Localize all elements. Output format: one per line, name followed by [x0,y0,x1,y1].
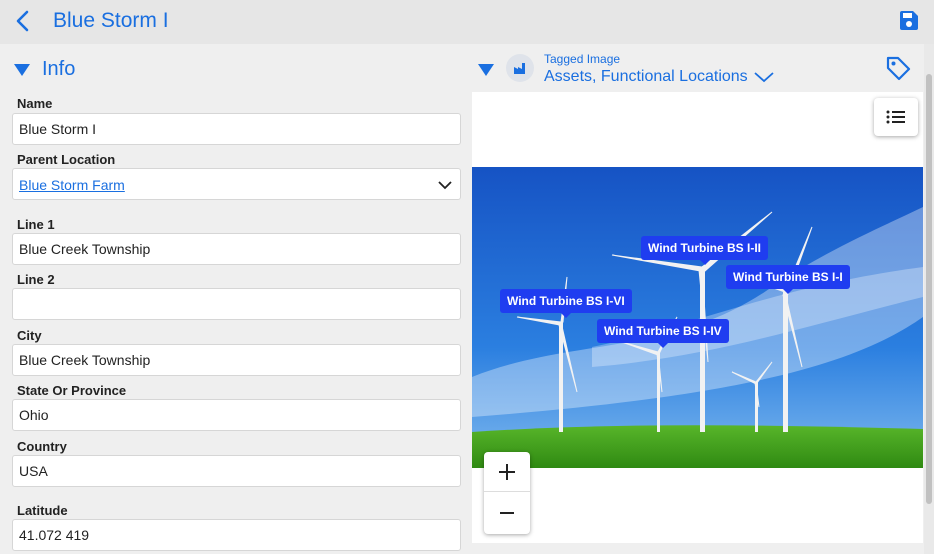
line1-field[interactable]: Blue Creek Township [12,233,461,265]
city-field[interactable]: Blue Creek Township [12,344,461,376]
tag-button[interactable] [884,54,912,82]
tagged-image-panel: Tagged Image Assets, Functional Location… [472,44,934,554]
list-icon [886,110,905,124]
info-section-title: Info [42,58,76,80]
line1-label: Line 1 [17,217,55,232]
scrollbar[interactable] [924,44,934,554]
tag-pin[interactable]: Wind Turbine BS I-IV [597,319,729,348]
city-label: City [17,328,42,343]
collapse-triangle-icon [14,63,30,76]
chevron-left-icon [16,10,29,32]
back-button[interactable] [12,9,36,35]
country-field[interactable]: USA [12,455,461,487]
tag-icon [886,56,911,81]
tagged-image-collapse-button[interactable] [478,63,494,82]
top-bar: Blue Storm I [0,0,934,44]
tagged-image-label: Tagged Image [544,52,621,66]
scrollbar-thumb[interactable] [926,74,932,504]
latitude-label: Latitude [17,503,68,518]
line2-field[interactable] [12,288,461,320]
wind-farm-photo: Wind Turbine BS I-II Wind Turbine BS I-I… [472,167,923,468]
tag-pin[interactable]: Wind Turbine BS I-I [726,265,850,294]
chevron-down-icon [754,72,774,83]
zoom-in-button[interactable] [484,452,530,492]
chevron-down-icon [438,181,452,190]
tagged-image-type-dropdown[interactable]: Assets, Functional Locations [544,68,774,86]
parent-location-label: Parent Location [17,152,116,167]
parent-location-link[interactable]: Blue Storm Farm [19,177,125,193]
tag-pin[interactable]: Wind Turbine BS I-II [641,236,768,265]
zoom-control [484,452,530,534]
save-button[interactable] [897,9,921,33]
image-viewer: Wind Turbine BS I-II Wind Turbine BS I-I… [472,92,923,543]
line2-label: Line 2 [17,272,55,287]
list-button[interactable] [874,98,918,136]
collapse-triangle-icon [478,64,494,76]
tag-pin[interactable]: Wind Turbine BS I-VI [500,289,632,318]
plus-icon [499,464,515,480]
tagged-image-type-value: Assets, Functional Locations [544,68,748,85]
info-section-header[interactable]: Info [14,58,75,81]
state-field[interactable]: Ohio [12,399,461,431]
factory-icon [506,54,534,82]
latitude-field[interactable]: 41.072 419 [12,519,461,551]
zoom-out-button[interactable] [484,493,530,533]
parent-location-select[interactable]: Blue Storm Farm [12,168,461,200]
name-label: Name [17,96,53,111]
info-panel: Info Name Blue Storm I Parent Location B… [0,44,470,554]
save-icon [900,11,918,30]
name-field[interactable]: Blue Storm I [12,113,461,145]
page-title: Blue Storm I [53,9,169,32]
minus-icon [500,512,514,514]
state-label: State Or Province [17,383,127,398]
country-label: Country [17,439,67,454]
